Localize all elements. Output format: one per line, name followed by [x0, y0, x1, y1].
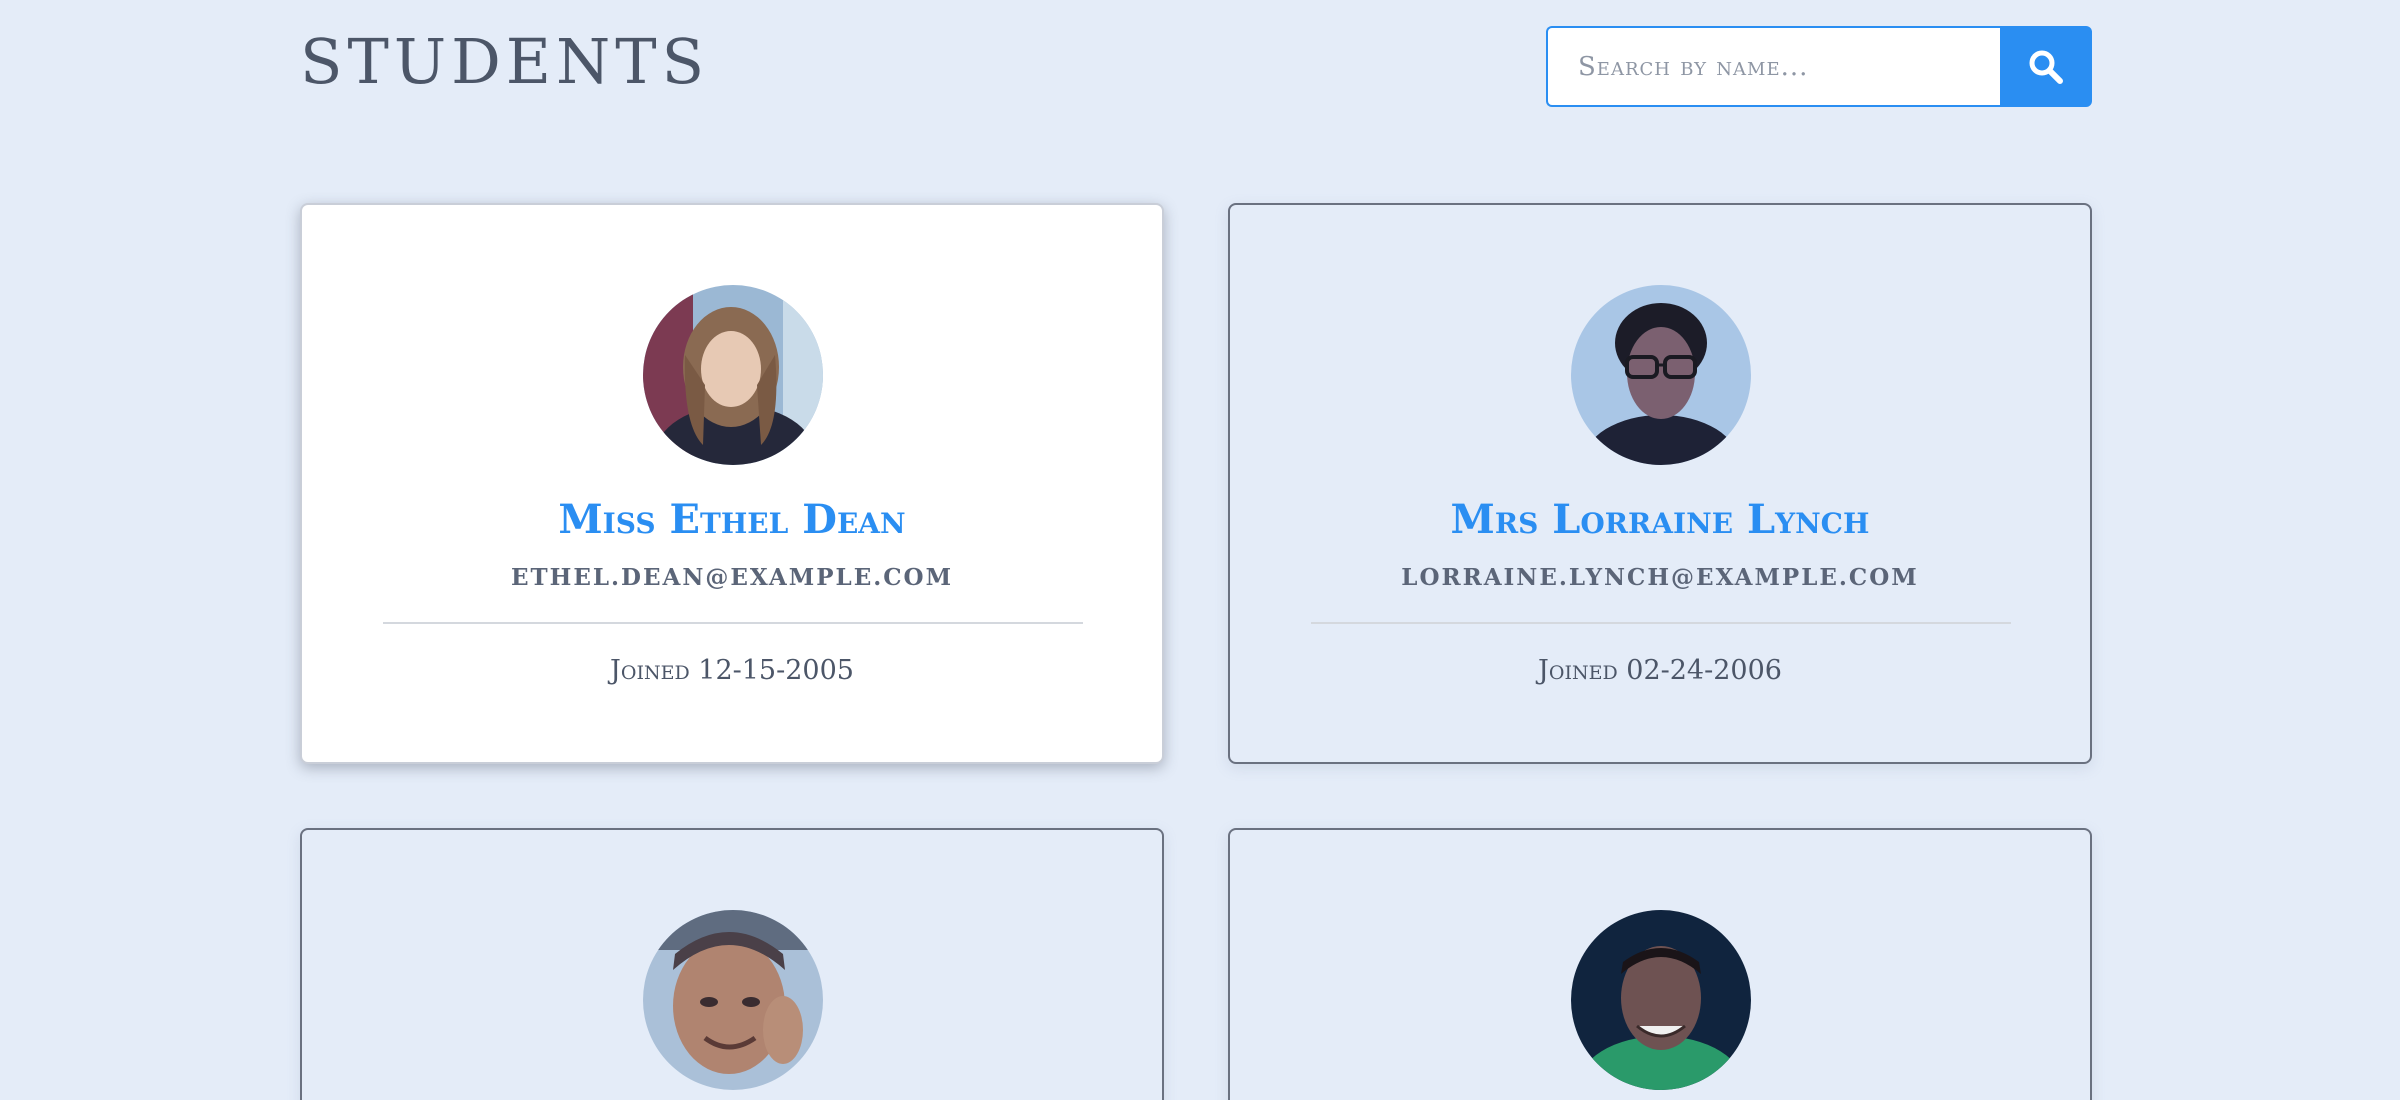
avatar [1571, 910, 1751, 1090]
card-divider [383, 622, 1083, 624]
student-card[interactable] [300, 828, 1164, 1100]
avatar [1571, 285, 1751, 465]
student-card[interactable]: Miss Ethel Dean ethel.dean@example.com J… [300, 203, 1164, 764]
search-icon [2029, 50, 2063, 84]
joined-date: Joined 02-24-2006 [1538, 655, 1782, 686]
student-email: lorraine.lynch@example.com [1401, 564, 1919, 591]
student-name[interactable]: Mrs Lorraine Lynch [1230, 495, 2090, 545]
joined-date: Joined 12-15-2005 [610, 655, 854, 686]
card-divider [1311, 622, 2011, 624]
search-button[interactable] [2000, 26, 2092, 107]
students-page: STUDENTS Miss Ethel Dean ethel.dean [0, 0, 2400, 1100]
student-card[interactable]: Mrs Lorraine Lynch lorraine.lynch@exampl… [1228, 203, 2092, 764]
student-name[interactable]: Miss Ethel Dean [302, 495, 1162, 545]
avatar [643, 285, 823, 465]
avatar [643, 910, 823, 1090]
page-title: STUDENTS [300, 25, 710, 98]
student-email: ethel.dean@example.com [510, 564, 954, 591]
search-input[interactable] [1546, 26, 2000, 107]
student-card[interactable] [1228, 828, 2092, 1100]
search-bar [1546, 26, 2092, 107]
